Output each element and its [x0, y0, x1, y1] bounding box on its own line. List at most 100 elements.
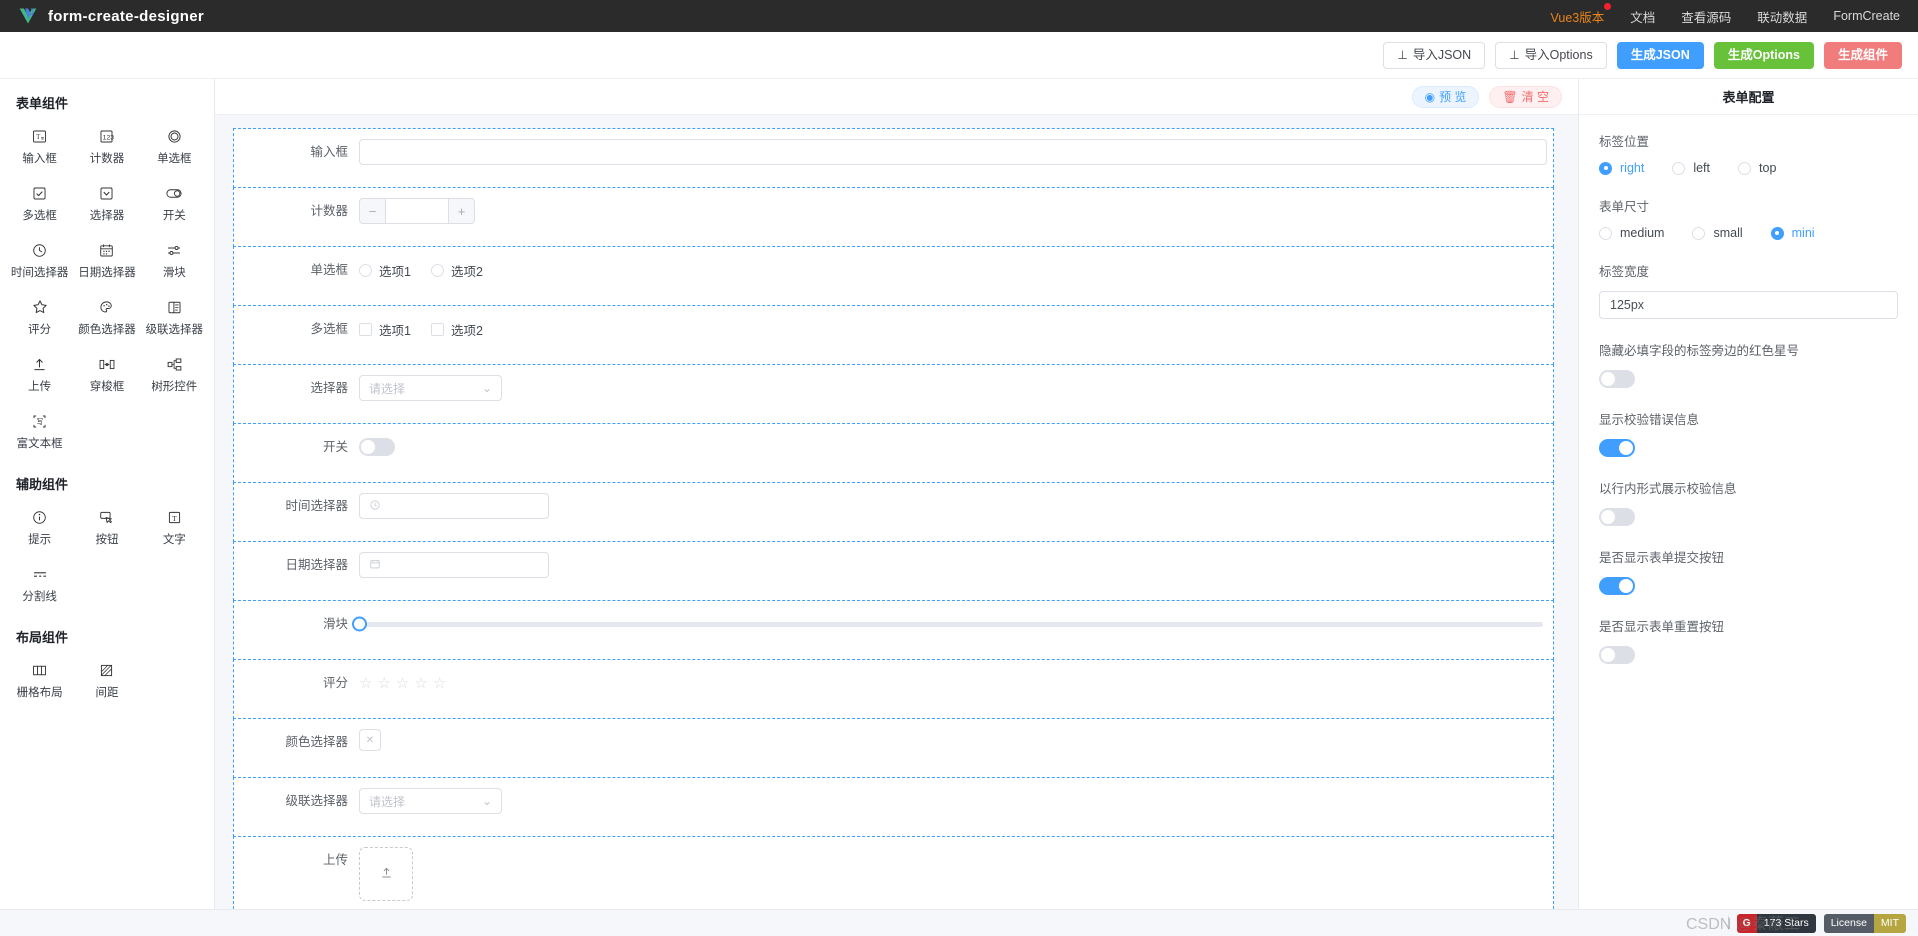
cascader-input[interactable]: 请选择 ⌄: [359, 788, 502, 814]
nav-link-vue3[interactable]: Vue3版本: [1551, 2, 1612, 26]
label-position-option-top[interactable]: top: [1738, 161, 1776, 175]
form-row-cascader[interactable]: 级联选择器 请选择 ⌄: [233, 777, 1554, 837]
label-width-input[interactable]: 125px: [1599, 291, 1898, 319]
config-label-position: 标签位置 right left top: [1599, 131, 1898, 175]
select-input[interactable]: 请选择 ⌄: [359, 375, 502, 401]
slider-track[interactable]: [352, 616, 1543, 632]
component-counter[interactable]: 123 计数器: [73, 118, 140, 175]
import-json-button[interactable]: ⊥ 导入JSON: [1383, 41, 1486, 69]
component-color-picker[interactable]: 颜色选择器: [73, 289, 140, 346]
component-grid-layout-item[interactable]: 栅格布局: [6, 652, 73, 709]
component-date-picker[interactable]: 日期选择器: [73, 232, 140, 289]
upload-dropzone[interactable]: [359, 847, 413, 901]
radio-icon: [1738, 161, 1752, 175]
form-row-radio[interactable]: 单选框 选项1 选项2: [233, 246, 1554, 306]
star-icon[interactable]: ☆: [433, 674, 446, 692]
calendar-icon: [369, 558, 381, 573]
form-row-control: 选项1 选项2: [359, 257, 1553, 283]
component-transfer[interactable]: 穿梭框: [73, 346, 140, 403]
canvas-scroll-container[interactable]: 输入框 计数器 − + 单选框 选项1 选项2 多选框 选项1 选项2 选择器 …: [215, 115, 1578, 909]
star-icon[interactable]: ☆: [359, 674, 372, 692]
component-divider[interactable]: 分割线: [6, 556, 73, 613]
component-checkbox[interactable]: 多选框: [6, 175, 73, 232]
form-size-option-mini[interactable]: mini: [1770, 226, 1815, 240]
form-row-date-picker[interactable]: 日期选择器: [233, 541, 1554, 601]
component-tooltip[interactable]: 提示: [6, 499, 73, 556]
form-row-switch[interactable]: 开关: [233, 423, 1554, 483]
inline-validate-message-toggle[interactable]: [1599, 508, 1635, 526]
nav-link-linkage-data[interactable]: 联动数据: [1757, 7, 1807, 26]
checkbox-option[interactable]: 选项2: [430, 320, 483, 339]
form-row-select[interactable]: 选择器 请选择 ⌄: [233, 364, 1554, 424]
hide-required-asterisk-toggle[interactable]: [1599, 370, 1635, 388]
component-tree[interactable]: 树形控件: [141, 346, 208, 403]
text-input[interactable]: [359, 139, 1547, 165]
label-position-option-right[interactable]: right: [1599, 161, 1644, 175]
nav-link-formcreate[interactable]: FormCreate: [1833, 9, 1900, 23]
preview-button[interactable]: ◉ 预 览: [1411, 85, 1480, 108]
show-submit-button-toggle[interactable]: [1599, 577, 1635, 595]
form-row-time-picker[interactable]: 时间选择器: [233, 482, 1554, 542]
form-row-slider[interactable]: 滑块: [233, 600, 1554, 660]
clear-button[interactable]: 🗑 清 空: [1489, 85, 1562, 108]
star-icon[interactable]: ☆: [414, 674, 427, 692]
checkbox-option-label: 选项1: [379, 323, 411, 338]
date-picker-input[interactable]: [359, 552, 549, 578]
slider[interactable]: [352, 611, 1547, 637]
component-cascader[interactable]: 级联选择器: [141, 289, 208, 346]
form-row-color-picker[interactable]: 颜色选择器 ✕: [233, 718, 1554, 778]
generate-component-button[interactable]: 生成组件: [1823, 41, 1902, 69]
github-stars-badge[interactable]: G 173 Stars: [1736, 913, 1816, 933]
generate-json-button[interactable]: 生成JSON: [1616, 41, 1704, 69]
radio-option[interactable]: 选项1: [359, 261, 411, 280]
component-rich-text[interactable]: 写 富文本框: [6, 403, 73, 460]
nav-link-docs[interactable]: 文档: [1630, 7, 1655, 26]
color-picker-swatch[interactable]: ✕: [359, 729, 381, 751]
number-stepper[interactable]: − +: [359, 198, 475, 224]
form-row-upload[interactable]: 上传: [233, 836, 1554, 909]
time-picker-input[interactable]: [359, 493, 549, 519]
component-select[interactable]: 选择器: [73, 175, 140, 232]
stepper-plus-button[interactable]: +: [449, 198, 475, 224]
slider-handle[interactable]: [352, 616, 367, 632]
component-radio[interactable]: 单选框: [141, 118, 208, 175]
form-row-control: 请选择 ⌄: [359, 375, 1553, 401]
component-text[interactable]: T 文字: [141, 499, 208, 556]
nav-link-source[interactable]: 查看源码: [1681, 7, 1731, 26]
component-rate[interactable]: 评分: [6, 289, 73, 346]
form-row-counter[interactable]: 计数器 − +: [233, 187, 1554, 247]
upload-icon: [31, 355, 48, 373]
form-row-label: 评分: [322, 676, 348, 690]
generate-options-button[interactable]: 生成Options: [1713, 41, 1814, 69]
form-row-input[interactable]: 输入框: [233, 128, 1554, 188]
form-row-rate[interactable]: 评分 ☆ ☆ ☆ ☆ ☆: [233, 659, 1554, 719]
license-badge[interactable]: License MIT: [1823, 913, 1906, 933]
component-label: 输入框: [22, 153, 57, 165]
component-slider[interactable]: 滑块: [141, 232, 208, 289]
component-input[interactable]: T 输入框: [6, 118, 73, 175]
radio-option[interactable]: 选项2: [430, 261, 483, 280]
component-time-picker[interactable]: 时间选择器: [6, 232, 73, 289]
checkbox-option[interactable]: 选项1: [359, 320, 411, 339]
star-icon[interactable]: ☆: [377, 674, 390, 692]
rate-stars[interactable]: ☆ ☆ ☆ ☆ ☆: [359, 670, 1547, 696]
show-validate-message-toggle[interactable]: [1599, 439, 1635, 457]
component-grid-form: T 输入框 123 计数器 单选框 多选框 选择器 开关 时间选择器 日期选择器…: [6, 118, 208, 460]
stepper-value-input[interactable]: [385, 198, 449, 224]
form-row-control: 请选择 ⌄: [359, 788, 1553, 814]
show-reset-button-toggle[interactable]: [1599, 646, 1635, 664]
component-spacing[interactable]: 间距: [73, 652, 140, 709]
switch-toggle[interactable]: [359, 438, 395, 456]
import-options-button[interactable]: ⊥ 导入Options: [1495, 41, 1607, 69]
stepper-minus-button[interactable]: −: [359, 198, 385, 224]
form-size-option-small[interactable]: small: [1692, 226, 1743, 240]
form-row-checkbox[interactable]: 多选框 选项1 选项2: [233, 305, 1554, 365]
star-icon: [31, 298, 49, 316]
component-button[interactable]: 按钮: [73, 499, 140, 556]
config-inline-validate-message: 以行内形式展示校验信息: [1599, 478, 1898, 526]
form-size-option-medium[interactable]: medium: [1599, 226, 1664, 240]
component-switch[interactable]: 开关: [141, 175, 208, 232]
label-position-option-left[interactable]: left: [1672, 161, 1710, 175]
component-upload[interactable]: 上传: [6, 346, 73, 403]
star-icon[interactable]: ☆: [396, 674, 409, 692]
